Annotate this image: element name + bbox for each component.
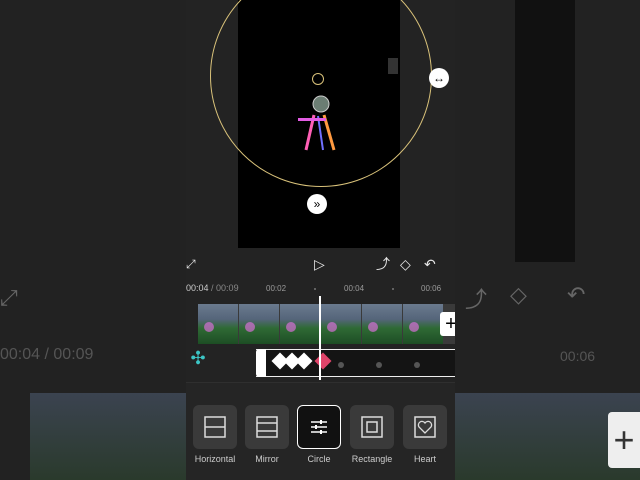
undo-icon[interactable]: ↶ (424, 253, 436, 275)
ruler-label: 00:02 (266, 284, 287, 293)
track-thumbnail (403, 304, 443, 344)
track-thumbnail (239, 304, 279, 344)
rectangle-mask-icon (361, 416, 383, 438)
fullscreen-icon[interactable]: ⤢ (186, 253, 196, 275)
blurred-add-clip: + (608, 412, 640, 468)
keyframe-diamond-icon: ◇ (510, 282, 527, 307)
mask-option-label: Circle (307, 454, 331, 464)
keyframe-diamond-icon[interactable]: ◇ (400, 253, 411, 275)
keyframe-curve-icon[interactable]: ⤴ (376, 253, 390, 275)
playback-controls: ⤢ ▷ ⤴ ◇ ↶ (186, 253, 455, 275)
ruler-tick (314, 288, 316, 290)
mask-option-label: Heart (413, 454, 436, 464)
time-separator: / (208, 283, 217, 293)
mask-option-heart[interactable] (403, 405, 447, 449)
track-thumbnail (280, 304, 320, 344)
blurred-video-frame (515, 0, 575, 262)
blurred-background-right: ⤴ ◇ ↶ 00:06 + (455, 0, 640, 480)
keyframe-thumb-marker (414, 362, 420, 368)
double-chevron-down-icon[interactable]: » (307, 194, 327, 214)
video-track[interactable] (198, 304, 455, 344)
ruler-label: 00:04 (344, 284, 365, 293)
keyframe-thumb-marker (376, 362, 382, 368)
video-editor-app: ↔ » ⤢ ▷ ⤴ ◇ ↶ 00:04 / 00:09 00:02 00:04 … (186, 0, 455, 480)
keyframe-curve-icon: ⤴ (465, 287, 488, 312)
current-time: 00:04 (186, 283, 209, 293)
ruler-label: 00:06 (421, 284, 442, 293)
play-icon[interactable]: ▷ (314, 253, 325, 275)
preview-area: ↔ » (186, 0, 455, 248)
blurred-background-left: ⤢ 00:04 / 00:09 (0, 0, 186, 480)
circle-mask-icon (311, 420, 327, 434)
mask-option-mirror[interactable] (245, 405, 289, 449)
total-time: 00:09 (216, 283, 239, 293)
keyframe-lane-start[interactable] (256, 349, 266, 377)
layer-adjust-icon[interactable]: ✣ (186, 346, 210, 370)
mirror-mask-icon (256, 416, 278, 438)
background-ruler-label: 00:06 (560, 348, 596, 364)
track-thumbnail (198, 304, 238, 344)
timecode: 00:04 / 00:09 (186, 283, 239, 293)
background-timecode: 00:04 / 00:09 (0, 346, 94, 363)
blurred-thumbnail (30, 393, 186, 480)
undo-icon: ↶ (567, 282, 586, 307)
mask-option-circle[interactable] (297, 405, 341, 449)
heart-mask-icon (414, 416, 436, 438)
horizontal-mask-icon (204, 416, 226, 438)
keyframe-thumb-marker (338, 362, 344, 368)
track-thumbnail (321, 304, 361, 344)
horizontal-double-arrow-icon[interactable]: ↔ (429, 68, 449, 88)
fullscreen-icon: ⤢ (0, 285, 18, 310)
mask-option-label: Rectangle (351, 454, 393, 464)
mask-option-horizontal[interactable] (193, 405, 237, 449)
mask-option-rectangle[interactable] (350, 405, 394, 449)
playhead[interactable] (319, 296, 321, 380)
add-clip-button[interactable]: + (440, 312, 455, 336)
mask-center-handle[interactable] (312, 73, 324, 85)
track-thumbnail (362, 304, 402, 344)
mask-option-label: Mirror (255, 454, 279, 464)
ruler-tick (392, 288, 394, 290)
